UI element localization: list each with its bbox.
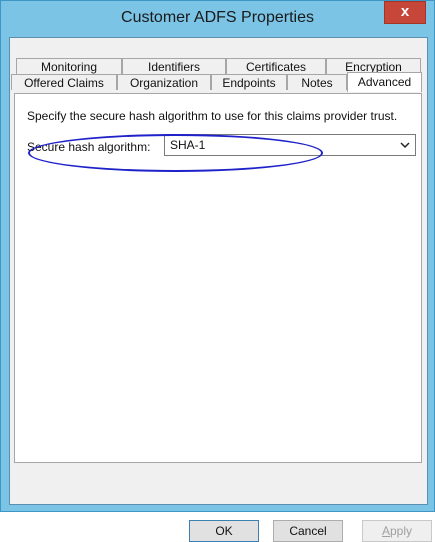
tab-organization[interactable]: Organization bbox=[117, 74, 211, 90]
tab-notes[interactable]: Notes bbox=[287, 74, 347, 90]
advanced-tab-panel: Specify the secure hash algorithm to use… bbox=[14, 93, 422, 463]
tab-monitoring[interactable]: Monitoring bbox=[16, 58, 122, 74]
hash-description: Specify the secure hash algorithm to use… bbox=[27, 109, 398, 123]
hash-algorithm-label: Secure hash algorithm: bbox=[27, 140, 151, 154]
window-title: Customer ADFS Properties bbox=[121, 9, 314, 26]
tab-advanced[interactable]: Advanced bbox=[347, 72, 422, 92]
apply-button[interactable]: Apply bbox=[362, 520, 432, 542]
ok-button[interactable]: OK bbox=[189, 520, 259, 542]
chevron-down-icon[interactable] bbox=[398, 135, 412, 155]
hash-algorithm-select[interactable]: SHA-1 bbox=[164, 134, 416, 156]
close-icon: x bbox=[400, 3, 410, 20]
apply-label-rest: pply bbox=[390, 524, 413, 538]
title-bar[interactable]: Customer ADFS Properties x bbox=[1, 1, 434, 37]
dialog-body: Monitoring Identifiers Certificates Encr… bbox=[9, 37, 432, 542]
tab-offered-claims[interactable]: Offered Claims bbox=[11, 74, 117, 90]
tab-identifiers[interactable]: Identifiers bbox=[122, 58, 226, 74]
close-button[interactable]: x bbox=[384, 1, 426, 24]
tab-certificates[interactable]: Certificates bbox=[226, 58, 326, 74]
tab-endpoints[interactable]: Endpoints bbox=[211, 74, 287, 90]
tab-strip: Monitoring Identifiers Certificates Encr… bbox=[10, 38, 427, 98]
apply-access-key: A bbox=[381, 524, 390, 538]
hash-algorithm-value: SHA-1 bbox=[170, 138, 206, 152]
cancel-button[interactable]: Cancel bbox=[273, 520, 343, 542]
properties-dialog: Customer ADFS Properties x Monitoring Id… bbox=[0, 0, 435, 542]
